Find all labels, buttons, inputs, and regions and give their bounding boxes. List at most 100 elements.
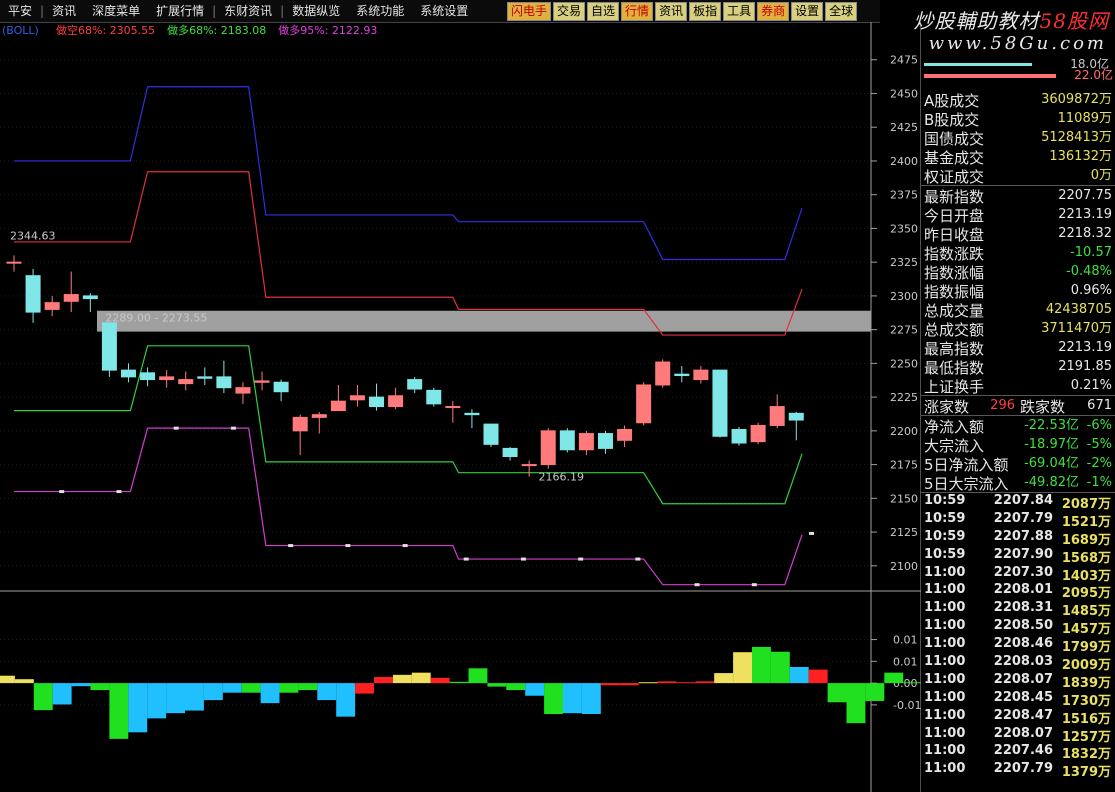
stat-label: 上证换手 [924,378,985,396]
logo-url: www.58Gu.com [928,33,1107,54]
chart-area: (BOLL) 做空68%: 2305.55 做多68%: 2183.08 做多95%:… [0,22,921,792]
menu-item-depth-menu[interactable]: 深度菜单 [84,0,148,22]
stat-value: 2207.75 [1058,188,1112,203]
stat-value: 3609872万 [1041,92,1112,107]
broker-button[interactable]: 券商 [757,2,790,21]
flow-bar [241,683,261,693]
stat-row: 上证换手 0.21% [921,376,1115,396]
y-tick-label: 2300 [890,290,918,303]
candle-body [63,294,79,302]
flow-bar [714,673,734,684]
menu-item-news[interactable]: 资讯 [44,0,84,22]
tick-price: 2207.46 [993,743,1053,759]
flow-label: 净流入额 [924,418,985,436]
tick-price: 2208.07 [993,671,1053,687]
stat-value: 2191.85 [1058,359,1112,374]
flow-bar [525,683,545,696]
flow-bar [355,683,374,694]
y-tick-label: 2375 [890,189,918,202]
flow-bar [147,683,167,719]
tick-row: 10:59 2207.84 2087万 [921,493,1115,512]
tick-row: 11:00 2208.07 1257万 [921,725,1115,745]
tick-row: 11:00 2208.45 1730万 [921,690,1115,709]
stat-value: 42438705 [1045,302,1112,317]
flow-bar [279,683,299,693]
sector-index-button[interactable]: 板指 [689,2,722,21]
tick-volume: 1689万 [1061,532,1111,548]
tools-button[interactable]: 工具 [723,2,756,21]
fund-flow-row: 大宗流入 -18.97亿 -5% [921,435,1115,455]
stat-value: 136132万 [1049,149,1112,164]
candle-body [769,406,785,426]
tick-price: 2208.07 [993,725,1053,741]
menu-item-system-functions[interactable]: 系统功能 [348,0,412,22]
candle-body [6,261,22,264]
tick-price: 2207.88 [993,528,1053,544]
stat-row: A股成交 3609872万 [921,90,1115,110]
trade-button[interactable]: 交易 [553,2,586,21]
candle-body [178,379,194,385]
candle-body [140,372,156,381]
candle-body [159,376,175,381]
news-button[interactable]: 资讯 [655,2,688,21]
tick-price: 2208.01 [993,582,1053,598]
global-button[interactable]: 全球 [825,2,858,21]
tick-time: 11:00 [924,743,966,759]
stat-value: 5128413万 [1041,130,1112,145]
fund-flow-row: 5日大宗流入 -49.82亿 -1% [921,473,1115,493]
flow-bar [600,683,620,686]
decline-count: 671 [1087,398,1112,413]
tick-time: 10:59 [924,546,966,562]
tick-time: 11:00 [924,618,966,634]
stat-value: 2218.32 [1058,226,1112,241]
menu-item-system-settings[interactable]: 系统设置 [412,0,476,22]
tick-time: 11:00 [924,671,966,687]
tick-row: 11:00 2208.01 2095万 [921,582,1115,602]
menu-item-pingan[interactable]: 平安 [0,0,40,22]
boll-marker [809,531,815,535]
boll-marker [173,426,179,430]
tick-price: 2207.90 [993,546,1053,562]
flow-bar [827,683,847,703]
legend-item: 做多95%: 2122.93 [278,23,377,37]
legend-item: 做多68%: 2183.08 [167,23,266,37]
candle-body [311,414,327,418]
menu-item-extended-quotes[interactable]: 扩展行情 [148,0,212,22]
stat-value: 11089万 [1057,111,1112,126]
tick-volume: 1832万 [1061,747,1111,763]
watchlist-button[interactable]: 自选 [587,2,620,21]
tick-volume: 2095万 [1061,586,1111,602]
stat-label: 总成交额 [924,321,985,339]
stat-label: 指数振幅 [924,283,985,301]
flow-bar [185,683,204,711]
stat-label: 最低指数 [924,359,985,377]
settings-button[interactable]: 设置 [791,2,824,21]
candle-body [540,430,556,466]
candle-body [559,430,575,451]
stat-label: 权证成交 [924,168,985,186]
y-tick-label: 2425 [890,121,918,134]
flow-value: -69.04亿 [1024,456,1079,471]
fund-flow-row: 净流入额 -22.53亿 -6% [921,416,1115,436]
flow-bar [846,683,866,724]
candle-body [197,376,213,379]
stat-row: 指数涨跌 -10.57 [921,243,1115,263]
tick-volume: 1516万 [1061,711,1111,727]
flow-percent: -2% [1086,456,1112,471]
boll-marker [288,544,294,548]
candle-body [407,379,423,390]
flow-bar [619,683,639,686]
flow-bar [374,677,393,684]
candle-body [712,369,728,437]
stat-label: 今日开盘 [924,207,985,225]
tick-time: 10:59 [924,528,966,544]
stat-value: 2213.19 [1058,207,1112,222]
candle-body [82,295,98,300]
y-tick-label: 2175 [890,459,918,472]
menu-item-data-overview[interactable]: 数据纵览 [284,0,348,22]
menu-item-eastmoney-news[interactable]: 东财资讯 [216,0,280,22]
quotes-button[interactable]: 行情 [621,2,654,21]
flash-trade-button[interactable]: 闪电手 [507,2,552,21]
stat-label: 昨日收盘 [924,226,985,244]
flow-bar [544,683,563,715]
